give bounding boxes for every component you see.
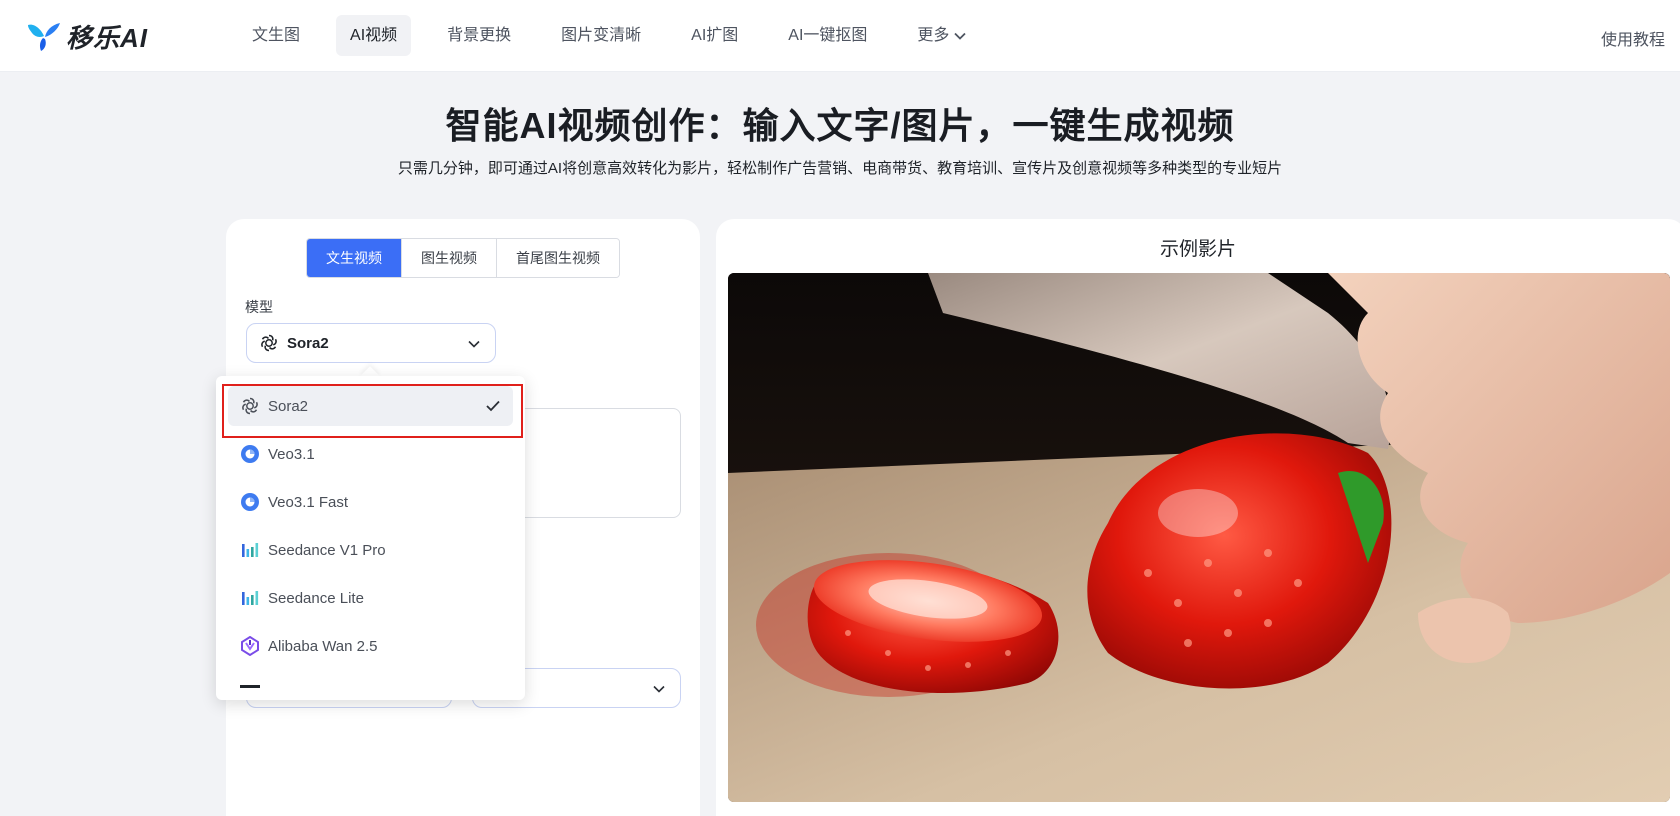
model-select-value: Sora2 (287, 334, 329, 352)
nav-item-ai-expand[interactable]: AI扩图 (677, 15, 752, 56)
nav-item-text-to-image[interactable]: 文生图 (238, 15, 314, 56)
partial-option-icon (240, 685, 260, 688)
demo-video[interactable] (728, 273, 1670, 802)
mode-tabs: 文生视频 图生视频 首尾图生视频 (306, 238, 620, 278)
model-option-label: Alibaba Wan 2.5 (268, 637, 378, 655)
model-option-seedance-v1-pro[interactable]: Seedance V1 Pro (228, 530, 513, 570)
tutorial-link[interactable]: 使用教程 (1601, 26, 1665, 50)
wan-icon (241, 636, 259, 656)
model-option-label: Seedance V1 Pro (268, 541, 386, 559)
chevron-down-icon (954, 32, 967, 40)
demo-panel: 示例影片 (716, 219, 1680, 816)
model-option-alibaba-wan-2-5[interactable]: Alibaba Wan 2.5 (228, 626, 513, 666)
veo-icon (241, 445, 259, 463)
nav-item-more[interactable]: 更多 (903, 15, 981, 56)
chevron-down-icon (653, 685, 665, 693)
nav-item-background-replace[interactable]: 背景更换 (433, 15, 525, 56)
strawberry-video-frame (728, 273, 1670, 802)
page-title: 智能AI视频创作：输入文字/图片，一键生成视频 (445, 105, 1235, 146)
main-nav: 文生图 AI视频 背景更换 图片变清晰 AI扩图 AI一键抠图 更多 (238, 15, 1003, 56)
page-subtitle: 只需几分钟，即可通过AI将创意高效转化为影片，轻松制作广告营销、电商带货、教育培… (397, 160, 1283, 177)
demo-title: 示例影片 (1159, 239, 1236, 260)
model-select[interactable]: Sora2 (246, 323, 496, 363)
tab-text-to-video[interactable]: 文生视频 (307, 239, 402, 277)
nav-more-label: 更多 (917, 27, 950, 44)
brand-name: 移乐AI (66, 23, 149, 53)
tab-first-last-frame-video[interactable]: 首尾图生视频 (497, 239, 619, 277)
selection-highlight-box (222, 384, 523, 438)
model-option-label: Veo3.1 (268, 445, 315, 463)
logo[interactable]: 移乐AI (26, 18, 148, 55)
model-option-veo3-1-fast[interactable]: Veo3.1 Fast (228, 482, 513, 522)
model-option-label: Veo3.1 Fast (268, 493, 349, 511)
nav-item-ai-cutout[interactable]: AI一键抠图 (774, 15, 881, 56)
top-header: 移乐AI 文生图 AI视频 背景更换 图片变清晰 AI扩图 AI一键抠图 更多 … (0, 0, 1680, 72)
model-label: 模型 (245, 299, 273, 315)
tab-image-to-video[interactable]: 图生视频 (402, 239, 497, 277)
nav-item-image-enhance[interactable]: 图片变清晰 (547, 15, 655, 56)
seedance-icon (242, 543, 259, 557)
seedance-icon (242, 591, 259, 605)
model-option-label: Seedance Lite (268, 589, 364, 607)
model-option-veo3-1[interactable]: Veo3.1 (228, 434, 513, 474)
openai-icon (261, 334, 277, 352)
prompt-input[interactable] (511, 408, 681, 518)
nav-item-ai-video[interactable]: AI视频 (336, 15, 412, 56)
veo-icon (241, 493, 259, 511)
butterfly-logo-icon (28, 22, 60, 51)
model-option-seedance-lite[interactable]: Seedance Lite (228, 578, 513, 618)
chevron-down-icon (468, 340, 480, 348)
